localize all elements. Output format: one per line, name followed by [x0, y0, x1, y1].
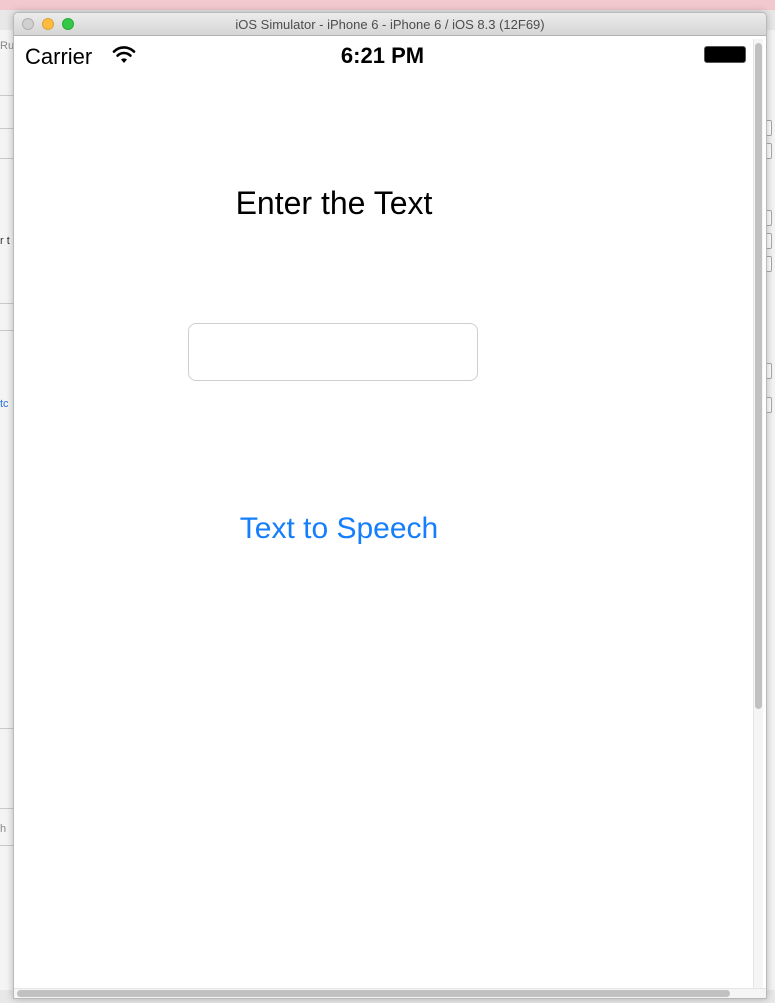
- page-heading: Enter the Text: [235, 185, 433, 221]
- vertical-scrollbar[interactable]: [753, 39, 763, 989]
- bg-fragment: Ru: [0, 40, 15, 52]
- simulator-window: iOS Simulator - iPhone 6 - iPhone 6 / iO…: [13, 12, 767, 999]
- window-titlebar[interactable]: iOS Simulator - iPhone 6 - iPhone 6 / iO…: [14, 13, 766, 36]
- bg-fragment: tc: [0, 398, 9, 410]
- ios-screen: Carrier 6:21 PM Enter the Text Text to S…: [14, 36, 751, 991]
- desktop-strip: [0, 0, 775, 10]
- bg-fragment: h: [0, 823, 7, 835]
- bg-divider: [0, 845, 14, 846]
- bg-fragment: r t: [0, 235, 10, 247]
- vertical-scroll-thumb[interactable]: [755, 43, 762, 709]
- bg-divider: [0, 728, 14, 729]
- status-time: 6:21 PM: [340, 43, 425, 68]
- text-to-speech-button[interactable]: Text to Speech: [219, 512, 459, 546]
- status-bar: Carrier 6:21 PM: [14, 36, 751, 76]
- battery-icon: [704, 46, 746, 63]
- horizontal-scroll-thumb[interactable]: [17, 990, 730, 997]
- bg-divider: [0, 95, 14, 96]
- bg-divider: [0, 128, 14, 129]
- bg-divider: [0, 303, 14, 304]
- bg-divider: [0, 330, 14, 331]
- horizontal-scrollbar[interactable]: [14, 988, 766, 998]
- bg-divider: [0, 158, 14, 159]
- bg-divider: [0, 808, 14, 809]
- window-title: iOS Simulator - iPhone 6 - iPhone 6 / iO…: [235, 17, 545, 32]
- text-input[interactable]: [188, 323, 478, 381]
